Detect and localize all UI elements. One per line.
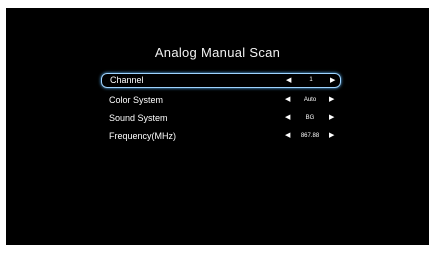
sound-system-left-arrow-icon[interactable]: ◀	[285, 109, 290, 127]
color-system-right-arrow-icon[interactable]: ▶	[329, 91, 334, 109]
menu-row-channel[interactable]: Channel ◀ 1 ▶	[101, 73, 341, 88]
color-system-value: Auto	[303, 97, 317, 103]
channel-right-arrow-icon[interactable]: ▶	[330, 74, 335, 87]
channel-value: 1	[309, 77, 313, 83]
channel-left-arrow-icon[interactable]: ◀	[286, 74, 291, 87]
color-system-left-arrow-icon[interactable]: ◀	[285, 91, 290, 109]
frequency-value: 867.88	[300, 133, 320, 139]
frequency-left-arrow-icon[interactable]: ◀	[285, 127, 290, 145]
sound-system-right-arrow-icon[interactable]: ▶	[329, 109, 334, 127]
tv-screen: Analog Manual Scan Channel ◀ 1 ▶ Color S…	[6, 8, 429, 245]
channel-label: Channel	[110, 75, 144, 85]
frequency-label: Frequency(MHz)	[109, 131, 177, 141]
sound-system-value: BG	[305, 115, 315, 121]
menu-row-frequency[interactable]: Frequency(MHz) ◀ 867.88 ▶	[101, 127, 341, 145]
frequency-right-arrow-icon[interactable]: ▶	[329, 127, 334, 145]
page-title: Analog Manual Scan	[154, 45, 281, 60]
menu-row-sound-system[interactable]: Sound System ◀ BG ▶	[101, 109, 341, 127]
scan-menu: Channel ◀ 1 ▶ Color System ◀ Auto ▶ Soun…	[101, 71, 341, 145]
menu-row-color-system[interactable]: Color System ◀ Auto ▶	[101, 91, 341, 109]
sound-system-label: Sound System	[109, 113, 168, 123]
color-system-label: Color System	[109, 95, 164, 105]
